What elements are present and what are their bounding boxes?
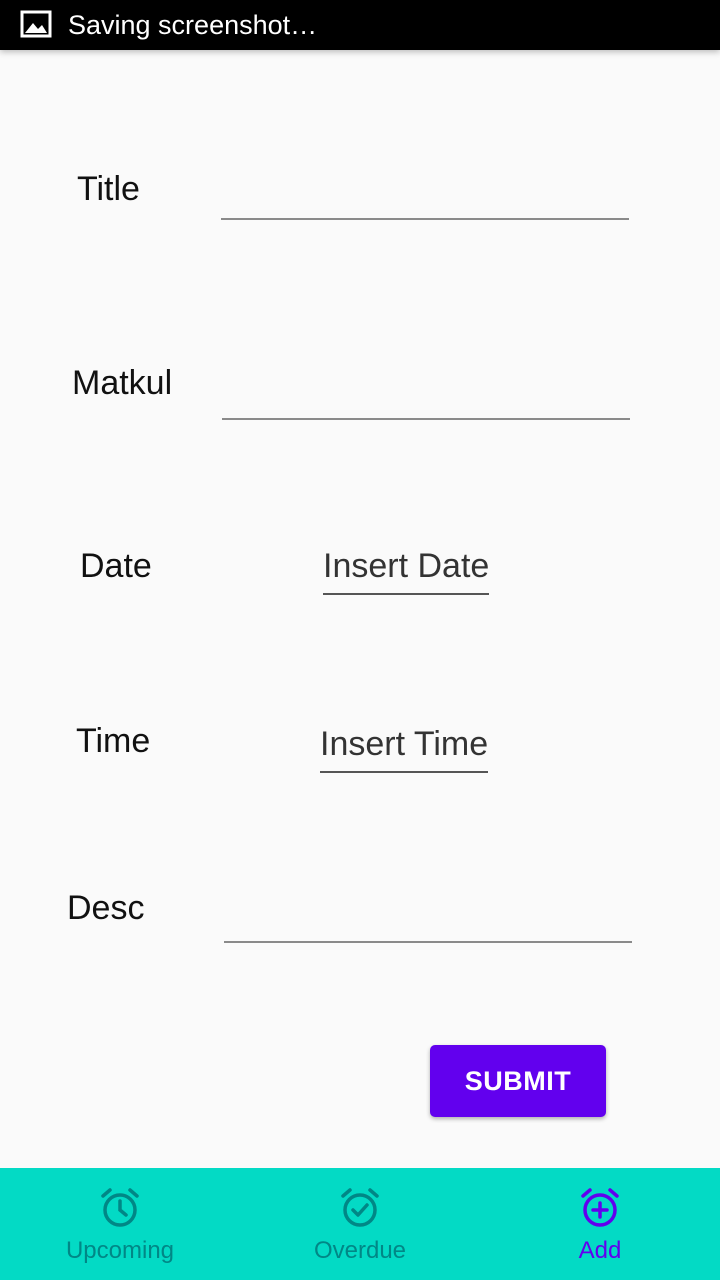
nav-label-overdue: Overdue bbox=[313, 1237, 407, 1264]
nav-item-upcoming[interactable]: Upcoming bbox=[0, 1168, 240, 1280]
date-label: Date bbox=[80, 547, 152, 585]
submit-button[interactable]: SUBMIT bbox=[430, 1045, 606, 1117]
matkul-label: Matkul bbox=[72, 364, 173, 402]
alarm-add-icon bbox=[581, 1188, 619, 1227]
nav-item-overdue[interactable]: Overdue bbox=[240, 1168, 480, 1280]
date-picker[interactable]: Insert Date bbox=[323, 545, 490, 595]
alarm-clock-icon bbox=[101, 1188, 139, 1227]
time-picker[interactable]: Insert Time bbox=[320, 723, 489, 773]
bottom-navigation: Upcoming Overdue Add bbox=[0, 1168, 720, 1280]
desc-label: Desc bbox=[67, 889, 145, 927]
status-bar: Saving screenshot… bbox=[0, 0, 720, 50]
title-input[interactable] bbox=[221, 168, 629, 220]
nav-label-upcoming: Upcoming bbox=[65, 1237, 175, 1264]
desc-input[interactable] bbox=[224, 891, 632, 943]
title-label: Title bbox=[77, 170, 140, 208]
matkul-input[interactable] bbox=[222, 368, 630, 420]
image-icon bbox=[20, 10, 52, 38]
nav-item-add[interactable]: Add bbox=[480, 1168, 720, 1280]
alarm-check-icon bbox=[341, 1188, 379, 1227]
time-label: Time bbox=[76, 722, 151, 760]
nav-label-add: Add bbox=[578, 1237, 622, 1264]
app-screen: Saving screenshot… Title Matkul Date Ins… bbox=[0, 0, 720, 1280]
status-text: Saving screenshot… bbox=[68, 10, 318, 40]
